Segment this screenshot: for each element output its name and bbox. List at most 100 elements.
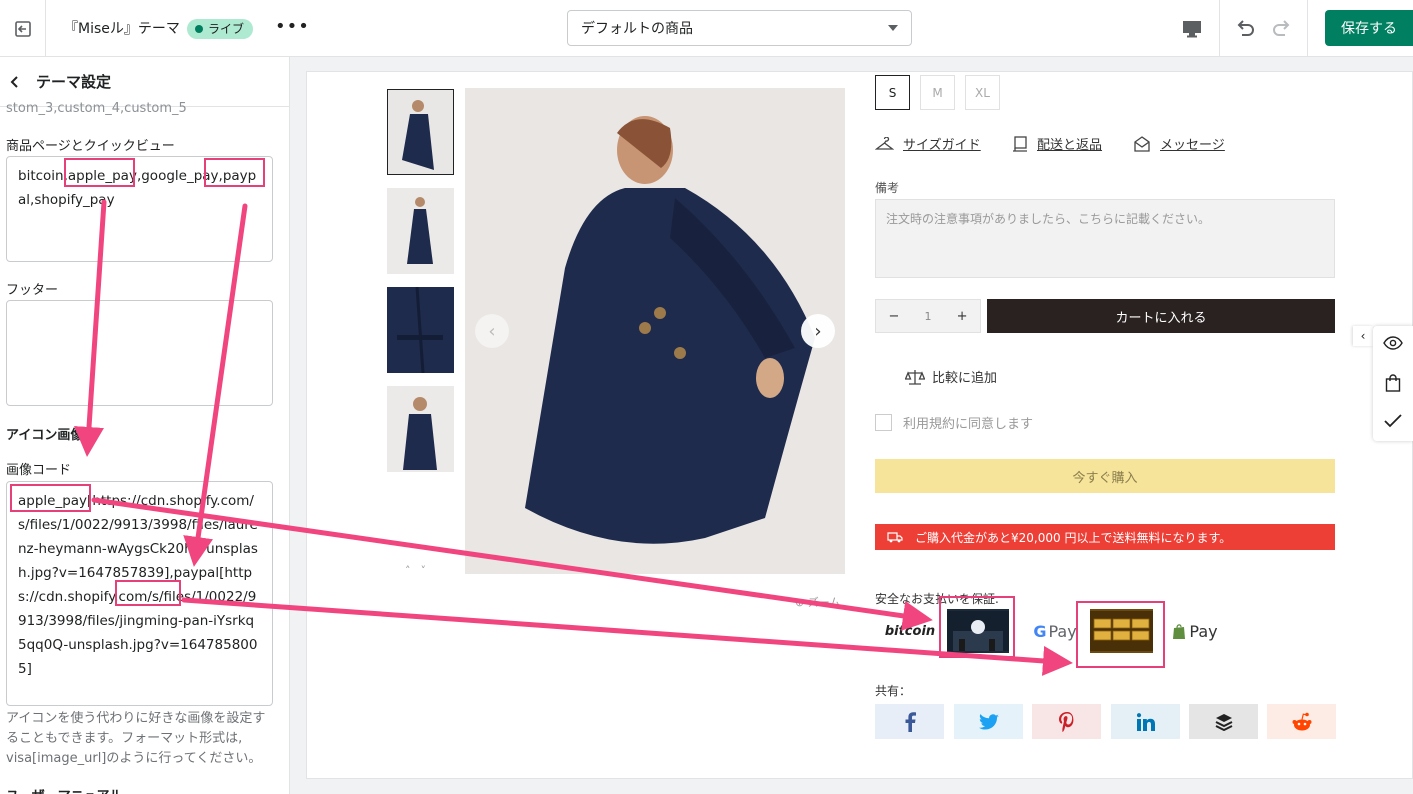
truck-icon bbox=[887, 532, 903, 543]
gold-bars-image bbox=[1090, 611, 1153, 651]
undo-button[interactable] bbox=[1229, 0, 1261, 57]
floater-toggle-button[interactable]: ‹ bbox=[1353, 326, 1373, 346]
paypal-custom-image bbox=[1090, 609, 1153, 653]
shopping-bag-icon bbox=[1385, 374, 1401, 392]
chevron-left-icon bbox=[10, 75, 18, 88]
checkmark-icon bbox=[1384, 414, 1402, 428]
top-bar: 『Miseル』テーマ ライブ ••• デフォルトの商品 保存する bbox=[0, 0, 1413, 57]
compare-label: 比較に追加 bbox=[932, 371, 998, 386]
desktop-icon bbox=[1183, 20, 1201, 37]
live-status-badge: ライブ bbox=[187, 19, 254, 39]
more-actions-button[interactable]: ••• bbox=[275, 16, 310, 37]
product-thumbnail[interactable] bbox=[387, 89, 454, 175]
reddit-icon bbox=[1292, 712, 1311, 730]
notes-label: 備考 bbox=[875, 181, 900, 195]
google-g-icon: G bbox=[1033, 621, 1047, 641]
product-thumbnail[interactable] bbox=[387, 287, 454, 373]
google-pay-icon: G Pay bbox=[1020, 609, 1090, 653]
shipping-returns-link[interactable]: 配送と返品 bbox=[1012, 134, 1102, 153]
toolbar-divider bbox=[1219, 0, 1220, 57]
image-code-help-text: アイコンを使う代わりに好きな画像を設定することもできます。フォーマット形式は, … bbox=[6, 711, 266, 766]
product-thumbnail[interactable] bbox=[387, 188, 454, 274]
notes-textarea[interactable]: 注文時の注意事項がありましたら、こちらに記載ください。 bbox=[875, 199, 1335, 278]
linkedin-icon bbox=[1136, 712, 1155, 731]
twitter-icon bbox=[978, 713, 999, 730]
confirm-button[interactable] bbox=[1384, 414, 1402, 432]
share-reddit-button[interactable] bbox=[1267, 704, 1336, 739]
thumbnail-nav[interactable]: ˄˅ bbox=[405, 564, 436, 577]
zoom-link[interactable]: ⊕ ズーム bbox=[795, 594, 840, 610]
terms-checkbox[interactable] bbox=[875, 414, 892, 431]
shopify-pay-icon: Pay bbox=[1163, 609, 1227, 653]
back-button[interactable] bbox=[10, 75, 20, 89]
facebook-icon bbox=[905, 711, 916, 732]
image-code-textarea[interactable]: apple_pay[https://cdn.shopify.com/s/file… bbox=[6, 481, 273, 706]
coat-detail-image bbox=[387, 287, 454, 373]
product-page-label: 商品ページとクイックビュー bbox=[6, 139, 175, 154]
box-icon bbox=[1013, 135, 1027, 152]
sidebar-header: テーマ設定 bbox=[0, 57, 289, 107]
redo-icon bbox=[1273, 19, 1290, 36]
coat-model-image bbox=[387, 386, 454, 472]
pinterest-icon bbox=[1058, 711, 1073, 732]
caret-down-icon bbox=[888, 25, 898, 31]
size-guide-link[interactable]: サイズガイド bbox=[875, 134, 981, 153]
quick-view-button[interactable] bbox=[1383, 336, 1403, 354]
eye-icon bbox=[1383, 336, 1403, 350]
shopify-pay-label: Pay bbox=[1189, 621, 1218, 641]
shipping-notice-text: ご購入代金があと¥20,000 円以上で送料無料になります。 bbox=[915, 530, 1232, 545]
quantity-input[interactable]: 1 bbox=[925, 310, 932, 323]
prev-image-button[interactable]: ‹ bbox=[475, 314, 509, 348]
redo-button[interactable] bbox=[1266, 0, 1298, 57]
undo-icon bbox=[1237, 19, 1254, 36]
zoom-label: ズーム bbox=[807, 596, 841, 609]
size-option-m[interactable]: M bbox=[920, 75, 955, 110]
share-facebook-button[interactable] bbox=[875, 704, 944, 739]
qty-decrease-button[interactable]: − bbox=[889, 309, 900, 324]
add-to-cart-button[interactable]: カートに入れる bbox=[987, 299, 1335, 333]
share-twitter-button[interactable] bbox=[954, 704, 1023, 739]
quantity-stepper: − 1 + bbox=[875, 299, 981, 333]
compare-button[interactable]: 比較に追加 bbox=[905, 367, 997, 386]
scale-icon bbox=[905, 369, 925, 385]
buffer-icon bbox=[1215, 713, 1232, 731]
secure-payment-label: 安全なお支払いを保証. bbox=[875, 592, 999, 606]
template-select[interactable]: デフォルトの商品 bbox=[567, 10, 912, 46]
cart-quick-button[interactable] bbox=[1385, 374, 1401, 396]
live-badge-label: ライブ bbox=[208, 22, 245, 36]
shopify-bag-icon bbox=[1173, 623, 1186, 639]
product-main-image[interactable]: ‹ › bbox=[465, 88, 845, 574]
sidebar-title: テーマ設定 bbox=[36, 73, 112, 91]
bitcoin-payment-icon: bitcoin bbox=[884, 623, 936, 639]
size-option-s[interactable]: S bbox=[875, 75, 910, 110]
next-image-button[interactable]: › bbox=[801, 314, 835, 348]
qty-increase-button[interactable]: + bbox=[957, 309, 968, 324]
footer-label: フッター bbox=[6, 283, 59, 298]
save-button[interactable]: 保存する bbox=[1325, 10, 1413, 46]
toolbar-divider bbox=[1307, 0, 1308, 57]
product-thumbnail[interactable] bbox=[387, 386, 454, 472]
footer-payment-textarea[interactable] bbox=[6, 300, 273, 406]
live-dot-icon bbox=[195, 25, 203, 33]
storefront-preview: ˄˅ ‹ › ⊕ ズーム S M XL サイズガイド 配送と返品 メッセージ 備… bbox=[306, 71, 1413, 779]
share-linkedin-button[interactable] bbox=[1111, 704, 1180, 739]
buy-now-button[interactable]: 今すぐ購入 bbox=[875, 459, 1335, 493]
terms-label: 利用規約に同意します bbox=[903, 417, 1034, 432]
product-payment-textarea[interactable]: bitcoin,apple_pay,google_pay,paypal,shop… bbox=[6, 156, 273, 262]
desktop-view-button[interactable] bbox=[1172, 0, 1212, 57]
exit-icon bbox=[14, 20, 31, 37]
share-buffer-button[interactable] bbox=[1189, 704, 1258, 739]
share-pinterest-button[interactable] bbox=[1032, 704, 1101, 739]
share-label: 共有： bbox=[875, 684, 912, 698]
theme-title: 『Miseル』テーマ bbox=[64, 21, 180, 37]
size-guide-label: サイズガイド bbox=[903, 138, 981, 153]
size-option-xl[interactable]: XL bbox=[965, 75, 1000, 110]
previous-field-value: stom_3,custom_4,custom_5 bbox=[6, 101, 187, 116]
hanger-icon bbox=[875, 136, 894, 150]
message-link[interactable]: メッセージ bbox=[1133, 134, 1225, 153]
exit-button[interactable] bbox=[0, 0, 46, 57]
mail-icon bbox=[1134, 135, 1150, 152]
floating-quick-actions bbox=[1373, 326, 1413, 441]
coat-model-image bbox=[388, 90, 453, 174]
apple-pay-custom-image bbox=[947, 609, 1009, 653]
